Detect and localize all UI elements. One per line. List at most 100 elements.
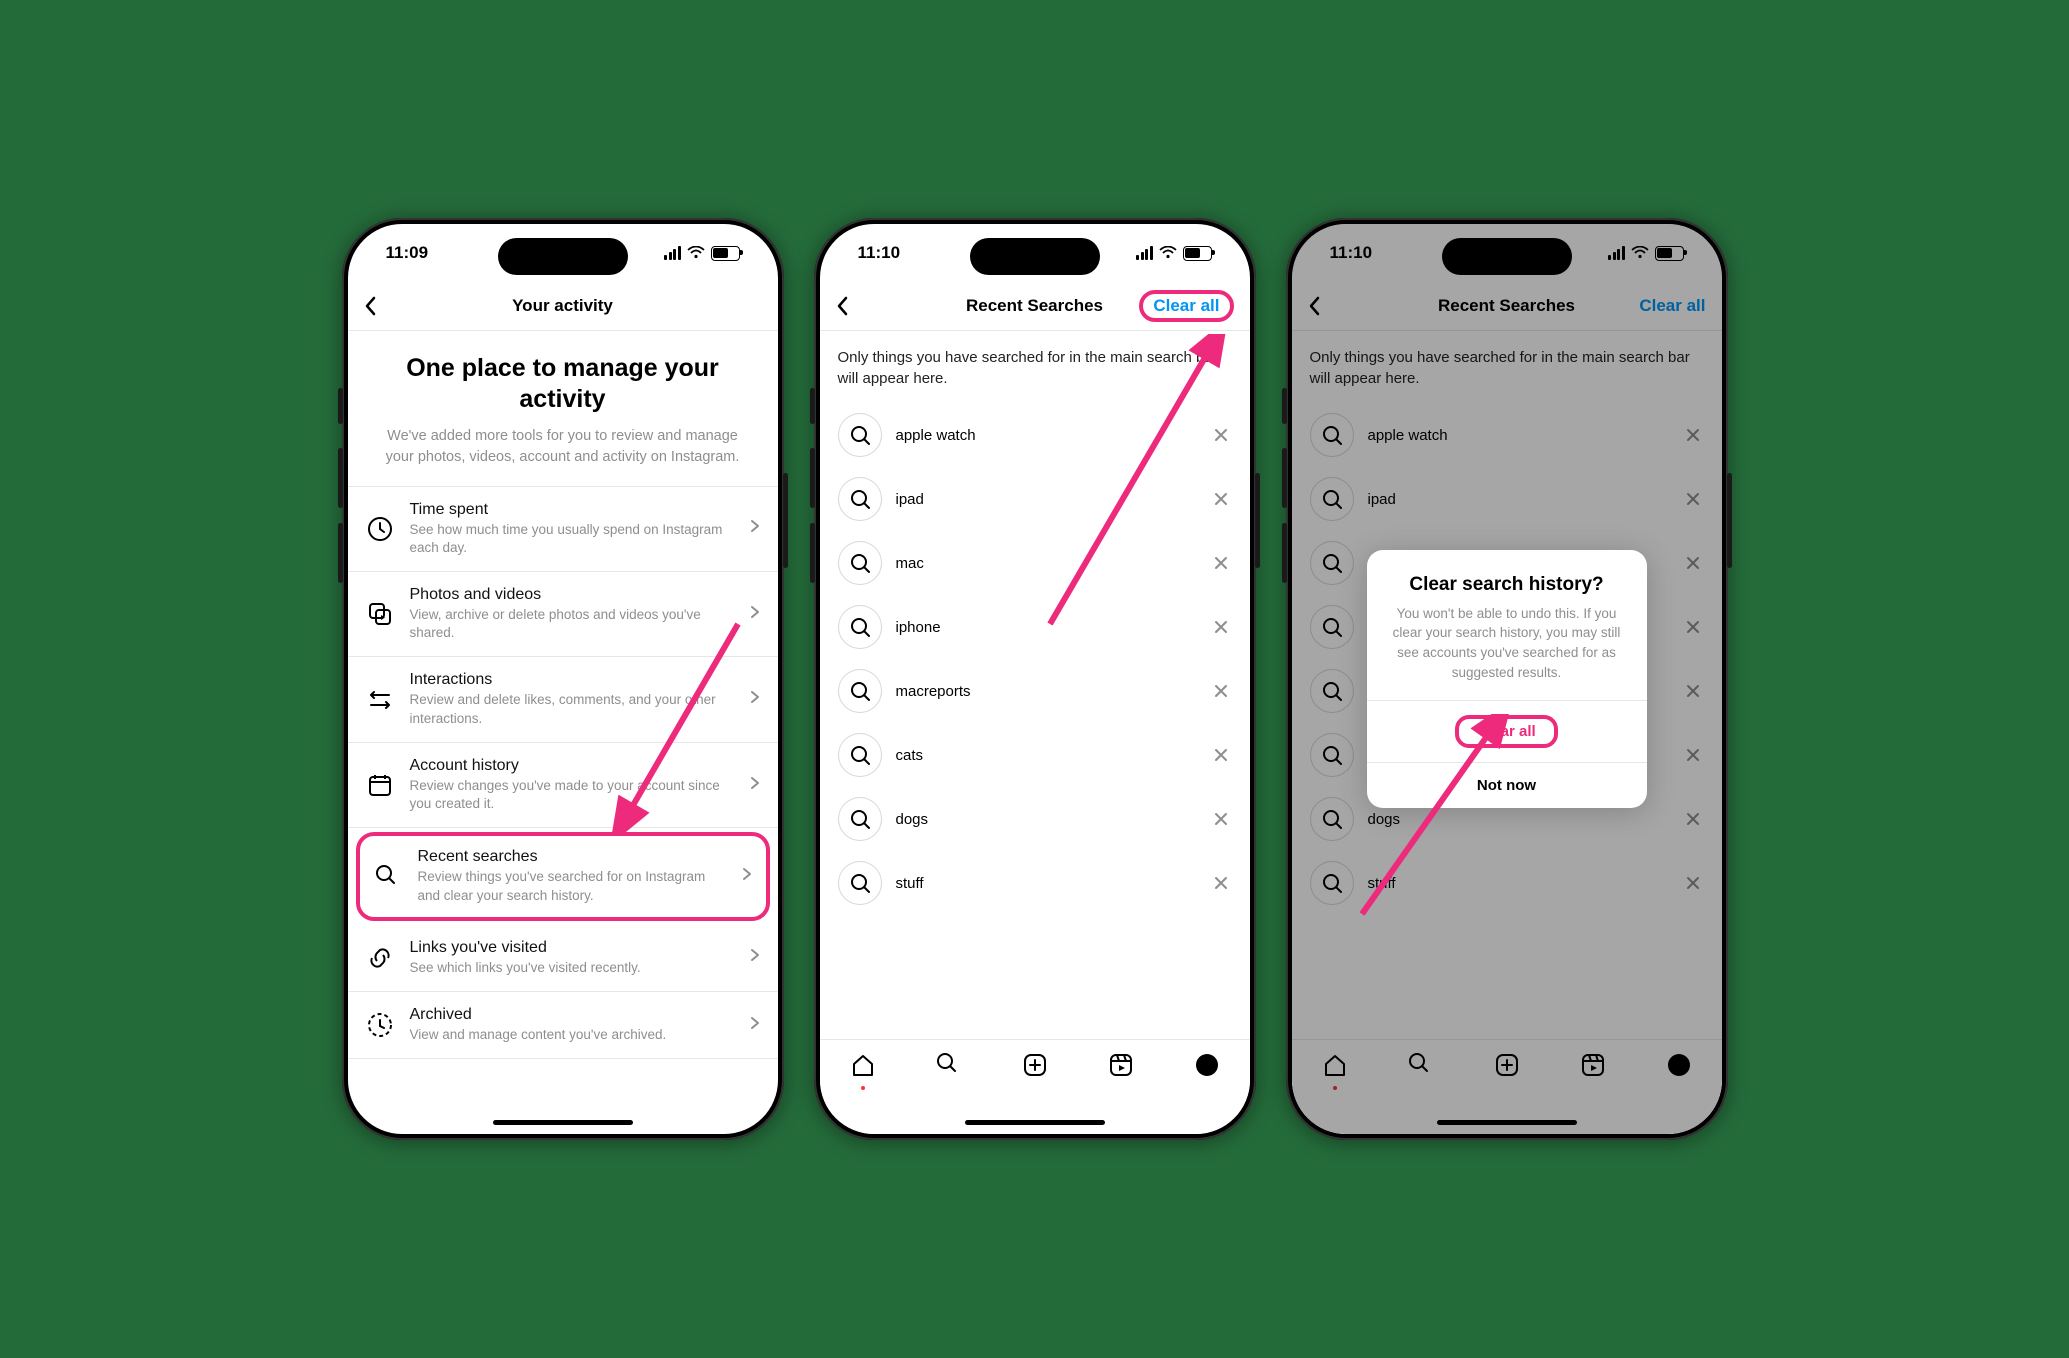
dialog-not-now-button[interactable]: Not now (1367, 762, 1647, 808)
tab-profile[interactable] (1194, 1052, 1220, 1083)
row-subtitle: View and manage content you've archived. (410, 1026, 734, 1044)
chevron-right-icon (742, 867, 752, 886)
row-archived[interactable]: Archived View and manage content you've … (348, 992, 778, 1059)
tab-create[interactable] (1022, 1052, 1048, 1083)
search-term: ipad (896, 491, 1196, 508)
swap-icon (366, 687, 394, 713)
row-subtitle: See which links you've visited recently. (410, 959, 734, 977)
hero-title: One place to manage your activity (372, 353, 754, 416)
remove-search-button[interactable] (1210, 424, 1232, 446)
search-icon (374, 864, 402, 890)
search-icon (838, 541, 882, 585)
chevron-right-icon (750, 948, 760, 967)
cellular-icon (664, 246, 681, 260)
back-button[interactable] (836, 296, 850, 316)
calendar-icon (366, 772, 394, 798)
chevron-right-icon (750, 519, 760, 538)
row-subtitle: View, archive or delete photos and video… (410, 606, 734, 642)
search-term: mac (896, 555, 1196, 572)
status-time: 11:10 (858, 243, 901, 263)
row-account-history[interactable]: Account history Review changes you've ma… (348, 743, 778, 828)
remove-search-button[interactable] (1210, 488, 1232, 510)
row-title: Recent searches (418, 848, 726, 866)
search-icon (838, 477, 882, 521)
hero: One place to manage your activity We've … (348, 331, 778, 486)
activity-list: Time spent See how much time you usually… (348, 486, 778, 1060)
row-subtitle: Review and delete likes, comments, and y… (410, 691, 734, 727)
archive-icon (366, 1012, 394, 1038)
home-indicator[interactable] (1437, 1120, 1577, 1125)
dynamic-island (498, 238, 628, 275)
status-time: 11:09 (386, 243, 429, 263)
row-photos-videos[interactable]: Photos and videos View, archive or delet… (348, 572, 778, 657)
search-term: cats (896, 747, 1196, 764)
search-term: macreports (896, 683, 1196, 700)
hero-subtitle: We've added more tools for you to review… (372, 426, 754, 468)
search-history-item[interactable]: cats (820, 723, 1250, 787)
row-title: Interactions (410, 671, 734, 689)
wifi-icon (1159, 246, 1177, 260)
remove-search-button[interactable] (1210, 872, 1232, 894)
dynamic-island (970, 238, 1100, 275)
remove-search-button[interactable] (1210, 744, 1232, 766)
search-history-item[interactable]: dogs (820, 787, 1250, 851)
search-term: iphone (896, 619, 1196, 636)
row-title: Archived (410, 1006, 734, 1024)
search-icon (838, 605, 882, 649)
row-links-visited[interactable]: Links you've visited See which links you… (348, 925, 778, 992)
navbar-title: Your activity (348, 296, 778, 316)
chevron-right-icon (750, 776, 760, 795)
chevron-right-icon (750, 690, 760, 709)
phone-2: 11:10 Recent Searches Clear all Only thi… (814, 218, 1256, 1140)
search-term: apple watch (896, 427, 1196, 444)
search-history-item[interactable]: iphone (820, 595, 1250, 659)
clock-icon (366, 516, 394, 542)
search-icon (838, 797, 882, 841)
search-term: stuff (896, 875, 1196, 892)
home-indicator[interactable] (493, 1120, 633, 1125)
row-title: Links you've visited (410, 939, 734, 957)
phone-1: 11:09 Your activity One place to manage … (342, 218, 784, 1140)
remove-search-button[interactable] (1210, 616, 1232, 638)
navbar: Recent Searches Clear all (820, 282, 1250, 331)
row-title: Time spent (410, 501, 734, 519)
search-history-item[interactable]: macreports (820, 659, 1250, 723)
confirm-dialog: Clear search history? You won't be able … (1367, 550, 1647, 808)
dialog-clear-all-button[interactable]: Clear all (1367, 700, 1647, 762)
phone-3: 11:10 Recent Searches Clear all Only thi… (1286, 218, 1728, 1140)
wifi-icon (687, 246, 705, 260)
media-icon (366, 601, 394, 627)
tab-reels[interactable] (1108, 1052, 1134, 1083)
search-history-list: apple watch ipad mac iphone macreports cats do… (820, 399, 1250, 919)
row-recent-searches[interactable]: Recent searches Review things you've sea… (356, 832, 770, 920)
chevron-right-icon (750, 1016, 760, 1035)
confirm-dialog-overlay: Clear search history? You won't be able … (1292, 224, 1722, 1134)
dialog-title: Clear search history? (1387, 574, 1627, 596)
dynamic-island (1442, 238, 1572, 275)
remove-search-button[interactable] (1210, 808, 1232, 830)
link-icon (366, 945, 394, 971)
tab-home[interactable] (850, 1052, 876, 1090)
battery-icon (1183, 246, 1212, 261)
remove-search-button[interactable] (1210, 552, 1232, 574)
search-icon (838, 669, 882, 713)
search-history-item[interactable]: apple watch (820, 403, 1250, 467)
back-button[interactable] (364, 296, 378, 316)
home-indicator[interactable] (965, 1120, 1105, 1125)
search-icon (838, 733, 882, 777)
search-history-item[interactable]: stuff (820, 851, 1250, 915)
search-term: dogs (896, 811, 1196, 828)
navbar: Your activity (348, 282, 778, 331)
battery-icon (711, 246, 740, 261)
row-subtitle: Review changes you've made to your accou… (410, 777, 734, 813)
info-note: Only things you have searched for in the… (820, 331, 1250, 399)
cellular-icon (1136, 246, 1153, 260)
row-interactions[interactable]: Interactions Review and delete likes, co… (348, 657, 778, 742)
remove-search-button[interactable] (1210, 680, 1232, 702)
search-history-item[interactable]: mac (820, 531, 1250, 595)
row-time-spent[interactable]: Time spent See how much time you usually… (348, 487, 778, 572)
search-icon (838, 861, 882, 905)
tab-search[interactable] (936, 1052, 962, 1083)
clear-all-button[interactable]: Clear all (1139, 290, 1233, 322)
search-history-item[interactable]: ipad (820, 467, 1250, 531)
